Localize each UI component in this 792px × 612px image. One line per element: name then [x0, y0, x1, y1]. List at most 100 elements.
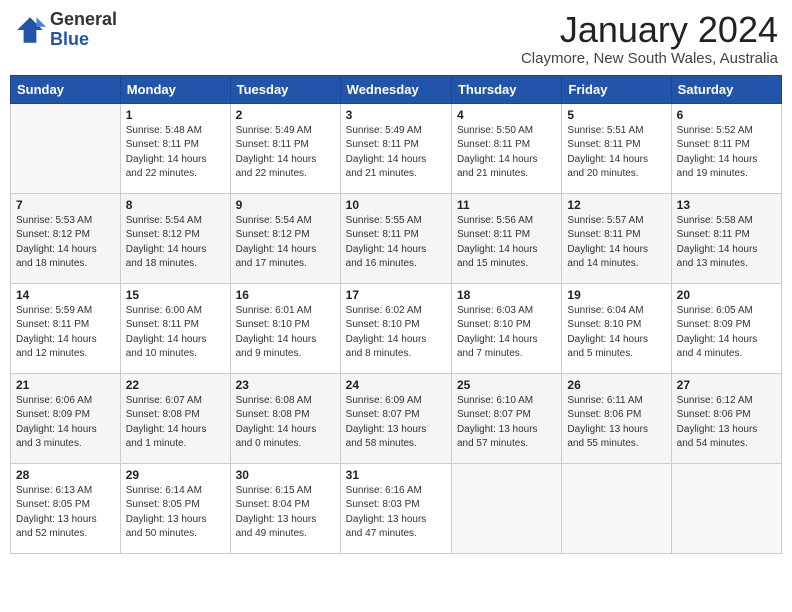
calendar-table: Sunday Monday Tuesday Wednesday Thursday… — [10, 75, 782, 554]
day-number: 27 — [677, 378, 776, 392]
day-number: 8 — [126, 198, 225, 212]
day-info: Sunrise: 5:54 AMSunset: 8:12 PMDaylight:… — [126, 214, 225, 272]
calendar-cell: 23 Sunrise: 6:08 AMSunset: 8:08 PMDayligh… — [230, 373, 340, 463]
day-info: Sunrise: 5:50 AMSunset: 8:11 PMDaylight:… — [457, 124, 556, 182]
day-info: Sunrise: 6:13 AMSunset: 8:05 PMDaylight:… — [16, 484, 115, 542]
calendar-cell: 14 Sunrise: 5:59 AMSunset: 8:11 PMDayligh… — [11, 283, 121, 373]
calendar-cell: 17Sunrise: 6:02 AMSunset: 8:10 PMDayligh… — [340, 283, 451, 373]
logo-general-text: General — [50, 10, 117, 30]
day-info: Sunrise: 6:15 AMSunset: 8:04 PMDaylight:… — [236, 484, 335, 542]
day-info: Sunrise: 6:03 AMSunset: 8:10 PMDaylight:… — [457, 304, 556, 362]
day-info: Sunrise: 6:07 AMSunset: 8:08 PMDaylight:… — [126, 394, 225, 452]
day-info: Sunrise: 5:58 AMSunset: 8:11 PMDaylight:… — [677, 214, 776, 272]
day-info: Sunrise: 5:52 AMSunset: 8:11 PMDaylight:… — [677, 124, 776, 182]
day-info: Sunrise: 6:01 AMSunset: 8:10 PMDaylight:… — [236, 304, 335, 362]
day-number: 2 — [236, 108, 335, 122]
day-info: Sunrise: 5:56 AMSunset: 8:11 PMDaylight:… — [457, 214, 556, 272]
day-info: Sunrise: 5:48 AMSunset: 8:11 PMDaylight:… — [126, 124, 225, 182]
day-info: Sunrise: 6:14 AMSunset: 8:05 PMDaylight:… — [126, 484, 225, 542]
calendar-cell: 24 Sunrise: 6:09 AMSunset: 8:07 PMDayligh… — [340, 373, 451, 463]
col-wednesday: Wednesday — [340, 75, 451, 103]
day-info: Sunrise: 5:53 AMSunset: 8:12 PMDaylight:… — [16, 214, 115, 272]
day-number: 1 — [126, 108, 225, 122]
day-number: 6 — [677, 108, 776, 122]
day-number: 25 — [457, 378, 556, 392]
calendar-cell: 19Sunrise: 6:04 AMSunset: 8:10 PMDayligh… — [562, 283, 671, 373]
day-info: Sunrise: 5:49 AMSunset: 8:11 PMDaylight:… — [236, 124, 335, 182]
calendar-cell: 1 Sunrise: 5:48 AMSunset: 8:11 PMDaylight… — [120, 103, 230, 193]
col-tuesday: Tuesday — [230, 75, 340, 103]
day-number: 30 — [236, 468, 335, 482]
day-info: Sunrise: 5:49 AMSunset: 8:11 PMDaylight:… — [346, 124, 446, 182]
calendar-cell: 26Sunrise: 6:11 AMSunset: 8:06 PMDayligh… — [562, 373, 671, 463]
day-info: Sunrise: 6:10 AMSunset: 8:07 PMDaylight:… — [457, 394, 556, 452]
calendar-cell: 4Sunrise: 5:50 AMSunset: 8:11 PMDaylight… — [451, 103, 561, 193]
calendar-cell: 29Sunrise: 6:14 AMSunset: 8:05 PMDayligh… — [120, 463, 230, 553]
calendar-cell: 20 Sunrise: 6:05 AMSunset: 8:09 PMDayligh… — [671, 283, 781, 373]
day-number: 23 — [236, 378, 335, 392]
week-row-4: 21Sunrise: 6:06 AMSunset: 8:09 PMDayligh… — [11, 373, 782, 463]
day-number: 9 — [236, 198, 335, 212]
calendar-cell: 18Sunrise: 6:03 AMSunset: 8:10 PMDayligh… — [451, 283, 561, 373]
day-number: 5 — [567, 108, 665, 122]
calendar-cell: 30 Sunrise: 6:15 AMSunset: 8:04 PMDayligh… — [230, 463, 340, 553]
calendar-cell: 2 Sunrise: 5:49 AMSunset: 8:11 PMDaylight… — [230, 103, 340, 193]
col-saturday: Saturday — [671, 75, 781, 103]
calendar-cell: 8 Sunrise: 5:54 AMSunset: 8:12 PMDaylight… — [120, 193, 230, 283]
day-number: 28 — [16, 468, 115, 482]
calendar-cell: 25 Sunrise: 6:10 AMSunset: 8:07 PMDayligh… — [451, 373, 561, 463]
day-info: Sunrise: 5:59 AMSunset: 8:11 PMDaylight:… — [16, 304, 115, 362]
calendar-cell: 15Sunrise: 6:00 AMSunset: 8:11 PMDayligh… — [120, 283, 230, 373]
day-number: 3 — [346, 108, 446, 122]
day-number: 20 — [677, 288, 776, 302]
calendar-cell: 11 Sunrise: 5:56 AMSunset: 8:11 PMDayligh… — [451, 193, 561, 283]
day-number: 7 — [16, 198, 115, 212]
day-info: Sunrise: 6:12 AMSunset: 8:06 PMDaylight:… — [677, 394, 776, 452]
calendar-cell: 16 Sunrise: 6:01 AMSunset: 8:10 PMDayligh… — [230, 283, 340, 373]
calendar-cell: 7 Sunrise: 5:53 AMSunset: 8:12 PMDaylight… — [11, 193, 121, 283]
day-info: Sunrise: 6:11 AMSunset: 8:06 PMDaylight:… — [567, 394, 665, 452]
col-friday: Friday — [562, 75, 671, 103]
week-row-1: 1 Sunrise: 5:48 AMSunset: 8:11 PMDaylight… — [11, 103, 782, 193]
calendar-cell: 3 Sunrise: 5:49 AMSunset: 8:11 PMDaylight… — [340, 103, 451, 193]
day-info: Sunrise: 6:08 AMSunset: 8:08 PMDaylight:… — [236, 394, 335, 452]
day-number: 11 — [457, 198, 556, 212]
week-row-2: 7 Sunrise: 5:53 AMSunset: 8:12 PMDaylight… — [11, 193, 782, 283]
calendar-cell: 22 Sunrise: 6:07 AMSunset: 8:08 PMDayligh… — [120, 373, 230, 463]
week-row-5: 28 Sunrise: 6:13 AMSunset: 8:05 PMDayligh… — [11, 463, 782, 553]
calendar-cell — [11, 103, 121, 193]
calendar-cell: 10Sunrise: 5:55 AMSunset: 8:11 PMDayligh… — [340, 193, 451, 283]
month-title: January 2024 — [521, 10, 778, 50]
day-number: 19 — [567, 288, 665, 302]
location-subtitle: Claymore, New South Wales, Australia — [521, 50, 778, 67]
title-block: January 2024 Claymore, New South Wales, … — [521, 10, 778, 67]
col-thursday: Thursday — [451, 75, 561, 103]
day-number: 14 — [16, 288, 115, 302]
logo-blue-text: Blue — [50, 30, 117, 50]
day-info: Sunrise: 6:05 AMSunset: 8:09 PMDaylight:… — [677, 304, 776, 362]
day-number: 13 — [677, 198, 776, 212]
logo-icon — [14, 14, 46, 46]
calendar-cell: 12 Sunrise: 5:57 AMSunset: 8:11 PMDayligh… — [562, 193, 671, 283]
calendar-cell: 6 Sunrise: 5:52 AMSunset: 8:11 PMDaylight… — [671, 103, 781, 193]
calendar-cell — [451, 463, 561, 553]
calendar-header-row: Sunday Monday Tuesday Wednesday Thursday… — [11, 75, 782, 103]
day-number: 24 — [346, 378, 446, 392]
page-header: General Blue January 2024 Claymore, New … — [10, 10, 782, 67]
calendar-cell — [562, 463, 671, 553]
calendar-cell: 9 Sunrise: 5:54 AMSunset: 8:12 PMDaylight… — [230, 193, 340, 283]
col-monday: Monday — [120, 75, 230, 103]
calendar-cell: 13 Sunrise: 5:58 AMSunset: 8:11 PMDayligh… — [671, 193, 781, 283]
day-info: Sunrise: 6:02 AMSunset: 8:10 PMDaylight:… — [346, 304, 446, 362]
calendar-cell: 28 Sunrise: 6:13 AMSunset: 8:05 PMDayligh… — [11, 463, 121, 553]
day-info: Sunrise: 6:00 AMSunset: 8:11 PMDaylight:… — [126, 304, 225, 362]
day-info: Sunrise: 5:54 AMSunset: 8:12 PMDaylight:… — [236, 214, 335, 272]
day-info: Sunrise: 5:51 AMSunset: 8:11 PMDaylight:… — [567, 124, 665, 182]
day-number: 16 — [236, 288, 335, 302]
day-number: 10 — [346, 198, 446, 212]
day-info: Sunrise: 6:09 AMSunset: 8:07 PMDaylight:… — [346, 394, 446, 452]
day-number: 22 — [126, 378, 225, 392]
day-info: Sunrise: 5:57 AMSunset: 8:11 PMDaylight:… — [567, 214, 665, 272]
day-number: 12 — [567, 198, 665, 212]
day-info: Sunrise: 6:06 AMSunset: 8:09 PMDaylight:… — [16, 394, 115, 452]
